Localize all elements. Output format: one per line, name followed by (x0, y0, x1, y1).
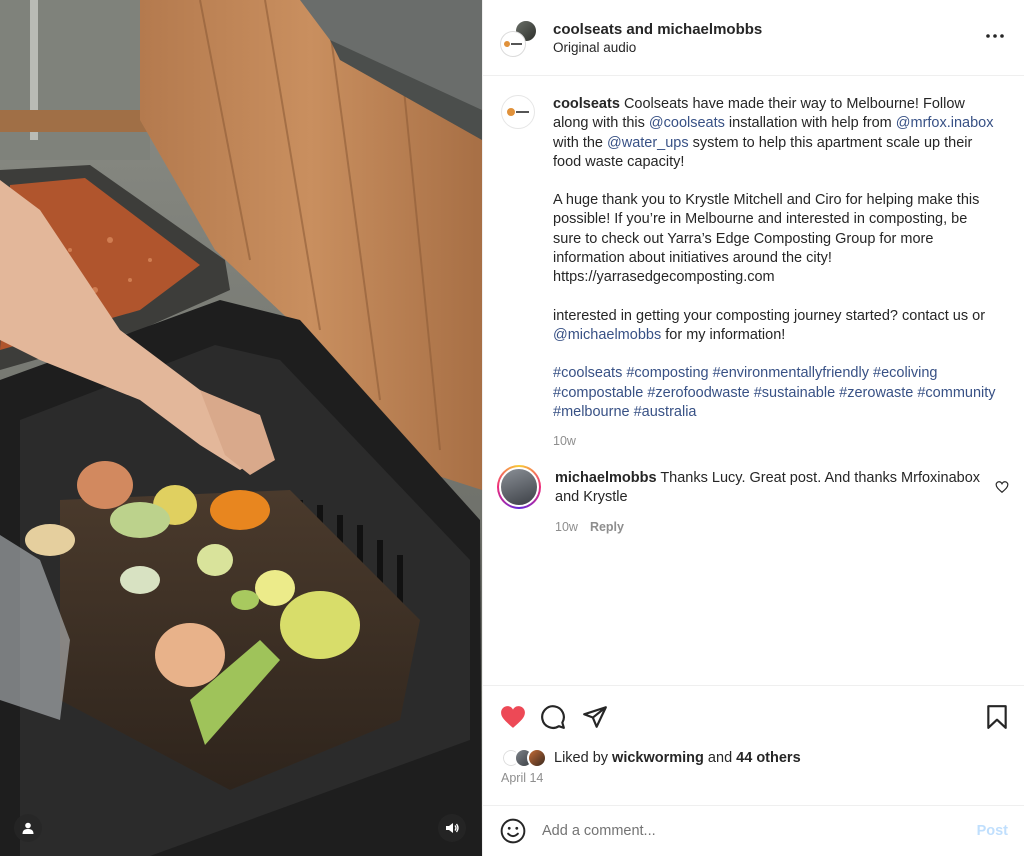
caption-timestamp[interactable]: 10w (553, 432, 997, 451)
hashtag-link[interactable]: #ecoliving (873, 365, 938, 381)
caption-username[interactable]: coolseats (553, 96, 620, 112)
hashtag-link[interactable]: #compostable (553, 385, 643, 401)
hashtag-link[interactable]: #zerofoodwaste (647, 385, 749, 401)
comment-username[interactable]: michaelmobbs (555, 470, 657, 486)
comment-input[interactable] (542, 823, 942, 839)
avatar[interactable] (500, 30, 526, 57)
emoji-icon (500, 818, 526, 844)
hashtag-link[interactable]: #community (917, 385, 995, 401)
post-dialog: coolseats and michaelmobbs Original audi… (0, 0, 1024, 856)
likes-count[interactable]: 44 others (736, 750, 800, 766)
emoji-button[interactable] (500, 818, 526, 844)
caption: coolseats Coolseats have made their way … (501, 95, 997, 451)
hashtag-link[interactable]: #composting (626, 365, 708, 381)
coolseats-logo (507, 108, 529, 116)
post-author-names[interactable]: coolseats and michaelmobbs (553, 21, 762, 38)
mention-link[interactable]: @mrfox.inabox (896, 115, 994, 131)
user-tag-button[interactable] (14, 814, 42, 842)
audio-label[interactable]: Original audio (553, 40, 762, 55)
collab-avatars[interactable] (500, 18, 538, 57)
hashtag-link[interactable]: #australia (634, 404, 697, 420)
comment-icon (541, 705, 565, 729)
hashtag-link[interactable]: #zerowaste (839, 385, 913, 401)
like-button[interactable] (499, 703, 527, 731)
mention-link[interactable]: @water_ups (607, 135, 689, 151)
save-button[interactable] (983, 703, 1011, 731)
comment-body: michaelmobbs Thanks Lucy. Great post. An… (555, 469, 999, 537)
post-button[interactable]: Post (977, 823, 1008, 839)
bookmark-icon (987, 705, 1007, 729)
audio-toggle-button[interactable] (438, 814, 466, 842)
liked-by: Liked by wickworming and 44 others (501, 748, 801, 768)
post-date[interactable]: April 14 (501, 771, 543, 785)
comment-meta: 10w Reply (555, 518, 999, 537)
hashtag-list: #coolseats #composting #environmentallyf… (553, 364, 997, 422)
heart-icon (501, 706, 525, 728)
comment-like-button[interactable] (995, 480, 1011, 496)
share-icon (583, 706, 607, 728)
volume-icon (446, 823, 459, 833)
avatar[interactable] (497, 465, 541, 509)
post-actions: Liked by wickworming and 44 others April… (483, 685, 1024, 805)
mention-link[interactable]: @coolseats (649, 115, 725, 131)
more-options-button[interactable] (983, 28, 1007, 44)
compost-bin-photo (0, 0, 482, 856)
more-options-icon (986, 34, 1004, 38)
share-button[interactable] (581, 703, 609, 731)
comment-composer: Post (483, 805, 1024, 856)
likes-summary[interactable]: Liked by wickworming and 44 others (554, 750, 801, 766)
hashtag-link[interactable]: #environmentallyfriendly (713, 365, 869, 381)
comment-item: michaelmobbs Thanks Lucy. Great post. An… (497, 465, 999, 537)
coolseats-logo (504, 40, 522, 47)
comments-section[interactable]: coolseats Coolseats have made their way … (483, 77, 1024, 685)
comment-timestamp[interactable]: 10w (555, 520, 578, 534)
hashtag-link[interactable]: #melbourne (553, 404, 630, 420)
reply-button[interactable]: Reply (590, 520, 624, 534)
user-tag-icon (22, 822, 34, 834)
caption-paragraph: A huge thank you to Krystle Mitchell and… (553, 192, 980, 286)
liked-by-user[interactable]: wickworming (612, 750, 704, 766)
post-side-panel: coolseats and michaelmobbs Original audi… (482, 0, 1024, 856)
post-video[interactable] (0, 0, 482, 856)
mention-link[interactable]: @michaelmobbs (553, 327, 661, 343)
hashtag-link[interactable]: #sustainable (754, 385, 835, 401)
avatar[interactable] (501, 95, 535, 129)
post-header: coolseats and michaelmobbs Original audi… (483, 0, 1024, 76)
comment-button[interactable] (539, 703, 567, 731)
hashtag-link[interactable]: #coolseats (553, 365, 622, 381)
heart-icon (995, 481, 1009, 494)
caption-text: coolseats Coolseats have made their way … (553, 95, 997, 451)
avatar (527, 748, 547, 768)
